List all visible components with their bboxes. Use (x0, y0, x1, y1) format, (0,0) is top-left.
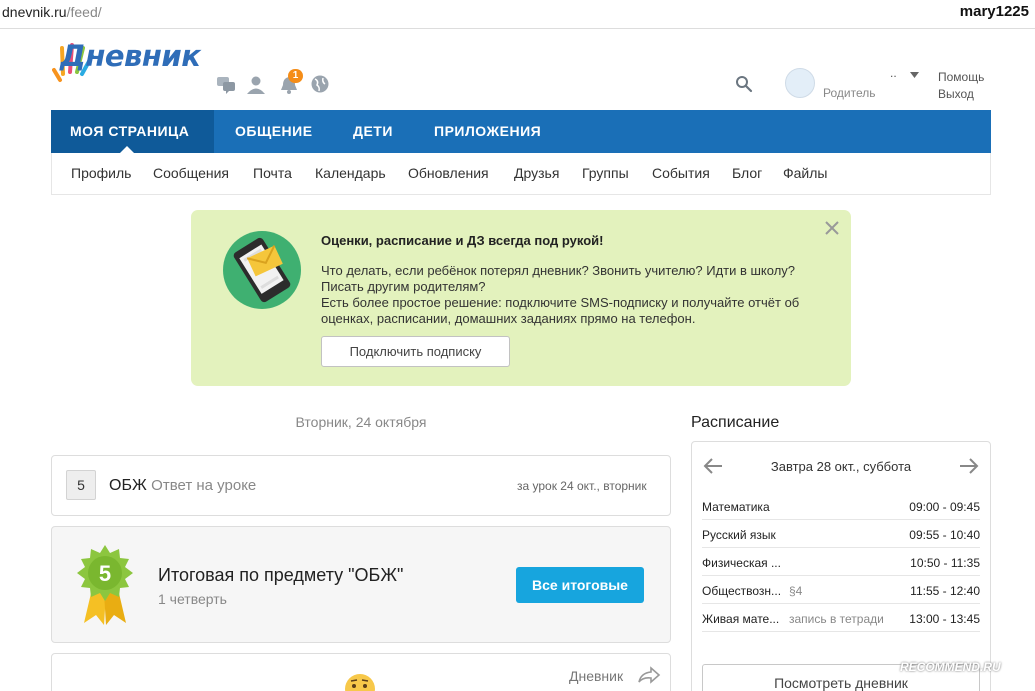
schedule-time: 13:00 - 13:45 (909, 612, 980, 626)
subnav-profile[interactable]: Профиль (71, 165, 131, 181)
subnav-blog[interactable]: Блог (732, 165, 762, 181)
schedule-row[interactable]: Обществозн... §4 11:55 - 12:40 (702, 576, 980, 604)
browser-user-label: mary1225 (959, 3, 1029, 20)
avatar[interactable] (785, 68, 815, 98)
lesson-subject: ОБЖ Ответ на уроке (109, 477, 256, 495)
schedule-subject: Физическая ... (702, 556, 781, 570)
nav-children[interactable]: ДЕТИ (353, 110, 393, 153)
arrow-right-icon[interactable] (958, 457, 980, 475)
schedule-title: Расписание (691, 414, 780, 431)
sub-nav: Профиль Сообщения Почта Календарь Обновл… (51, 153, 991, 195)
schedule-time: 10:50 - 11:35 (910, 556, 980, 570)
subnav-groups[interactable]: Группы (582, 165, 629, 181)
promo-line-1: Что делать, если ребёнок потерял дневник… (321, 263, 796, 294)
subject-name: ОБЖ (109, 477, 147, 494)
lesson-grade: 5 (66, 470, 96, 500)
logo-text[interactable]: Дневник (60, 39, 201, 73)
schedule-note: запись в тетради (789, 612, 884, 626)
subnav-friends[interactable]: Друзья (514, 165, 559, 181)
schedule-note: §4 (789, 584, 803, 598)
schedule-row[interactable]: Русский язык 09:55 - 10:40 (702, 520, 980, 548)
chevron-down-icon[interactable] (910, 72, 919, 78)
main-nav: МОЯ СТРАНИЦА ОБЩЕНИЕ ДЕТИ ПРИЛОЖЕНИЯ (51, 110, 991, 153)
url-path: /feed/ (66, 4, 102, 20)
address-url[interactable]: dnevnik.ru/feed/ (2, 4, 102, 20)
schedule-time: 09:55 - 10:40 (909, 528, 980, 542)
schedule-subject: Обществозн... (702, 584, 782, 598)
all-finals-button[interactable]: Все итоговые (516, 567, 644, 603)
nav-active-pointer (120, 146, 134, 153)
final-period: 1 четверть (158, 591, 227, 607)
schedule-row[interactable]: Физическая ... 10:50 - 11:35 (702, 548, 980, 576)
user-role: Родитель (823, 86, 876, 100)
logout-link[interactable]: Выход (938, 87, 974, 101)
chat-icon[interactable] (216, 75, 236, 95)
schedule-time: 09:00 - 09:45 (909, 500, 980, 514)
subnav-calendar[interactable]: Календарь (315, 165, 386, 181)
diary-link[interactable]: Дневник (569, 668, 623, 684)
subnav-updates[interactable]: Обновления (408, 165, 489, 181)
browser-address-bar[interactable]: dnevnik.ru/feed/ mary1225 (0, 0, 1035, 29)
watermark: RECOMMEND.RU (900, 660, 1001, 674)
subnav-mail[interactable]: Почта (253, 165, 292, 181)
nav-apps[interactable]: ПРИЛОЖЕНИЯ (434, 110, 541, 153)
schedule-subject: Русский язык (702, 528, 776, 542)
schedule-time: 11:55 - 12:40 (910, 584, 980, 598)
promo-text: Что делать, если ребёнок потерял дневник… (321, 263, 801, 327)
schedule-subject: Живая мате... (702, 612, 780, 626)
subnav-messages[interactable]: Сообщения (153, 165, 229, 181)
search-icon[interactable] (735, 75, 753, 93)
nav-communication[interactable]: ОБЩЕНИЕ (235, 110, 313, 153)
subscribe-button[interactable]: Подключить подписку (321, 336, 510, 367)
share-icon[interactable] (637, 666, 661, 684)
lesson-meta: за урок 24 окт., вторник (517, 479, 647, 493)
profile-icon[interactable] (246, 75, 266, 95)
help-link[interactable]: Помощь (938, 70, 984, 84)
schedule-date: Завтра 28 окт., суббота (770, 459, 912, 474)
url-domain: dnevnik.ru (2, 4, 67, 20)
notification-badge: 1 (288, 69, 303, 83)
thinking-emoji-icon (345, 674, 375, 691)
lesson-hint: Ответ на уроке (151, 477, 257, 494)
close-icon[interactable] (823, 219, 841, 237)
promo-line-2: Есть более простое решение: подключите S… (321, 295, 800, 326)
phone-message-icon (223, 231, 301, 309)
final-grade-value: 5 (98, 561, 112, 586)
subnav-events[interactable]: События (652, 165, 710, 181)
subnav-files[interactable]: Файлы (783, 165, 827, 181)
globe-icon[interactable] (310, 74, 330, 94)
schedule-subject: Математика (702, 500, 770, 514)
schedule-row[interactable]: Живая мате... запись в тетради 13:00 - 1… (702, 604, 980, 632)
feed-date: Вторник, 24 октября (295, 414, 427, 430)
final-title: Итоговая по предмету "ОБЖ" (158, 565, 404, 585)
promo-title: Оценки, расписание и ДЗ всегда под рукой… (321, 233, 604, 248)
schedule-row[interactable]: Математика 09:00 - 09:45 (702, 492, 980, 520)
user-name[interactable]: .. (890, 66, 897, 80)
